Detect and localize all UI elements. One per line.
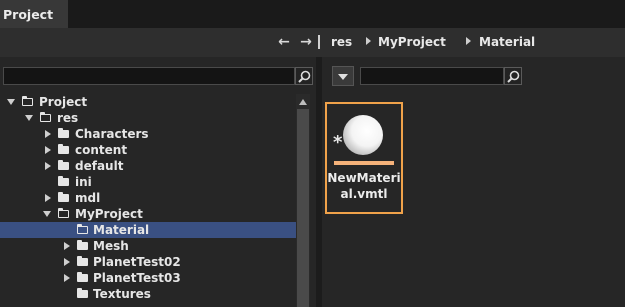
tree-item-label: res — [57, 111, 79, 125]
folder-icon — [77, 240, 88, 250]
material-preview-sphere — [343, 115, 383, 155]
folder-icon — [58, 160, 69, 170]
chevron-down-icon[interactable] — [43, 211, 51, 217]
tree-item-project[interactable]: Project — [0, 94, 296, 110]
tree-item-label: mdl — [75, 191, 101, 205]
tree-item-content[interactable]: content — [0, 142, 296, 158]
back-arrow-icon[interactable]: ← — [276, 34, 292, 50]
chevron-right-icon[interactable] — [45, 194, 51, 202]
tree-item-label: Characters — [75, 127, 149, 141]
asset-tile-newmaterial[interactable]: * NewMaterial.vmtl — [325, 102, 403, 214]
tree-item-label: default — [75, 159, 124, 173]
navigation-toolbar: ← → res MyProject Material — [0, 28, 625, 57]
folder-icon — [77, 256, 88, 266]
forward-arrow-icon[interactable]: → — [298, 34, 314, 50]
tab-bar: Project — [0, 0, 625, 28]
folder-icon — [58, 144, 69, 154]
folder-search-input[interactable] — [3, 67, 295, 85]
chevron-right-icon[interactable] — [45, 146, 51, 154]
tree-item-material[interactable]: Material — [0, 222, 296, 238]
material-type-bar — [334, 161, 394, 165]
asset-browser-panel: * NewMaterial.vmtl — [322, 57, 625, 307]
chevron-right-icon[interactable] — [64, 274, 70, 282]
tree-item-characters[interactable]: Characters — [0, 126, 296, 142]
tree-scrollbar[interactable] — [296, 94, 310, 307]
tree-item-planettest02[interactable]: PlanetTest02 — [0, 254, 296, 270]
toolbar-separator — [318, 35, 320, 49]
chevron-right-icon[interactable] — [45, 162, 51, 170]
tree-item-label: ini — [75, 175, 92, 189]
tree-item-textures[interactable]: Textures — [0, 286, 296, 302]
tree-item-default[interactable]: default — [0, 158, 296, 174]
chevron-down-icon[interactable] — [7, 99, 15, 105]
scroll-up-arrow-icon[interactable] — [299, 99, 307, 105]
folder-tree: Project res Characters content default i… — [0, 94, 296, 307]
chevron-right-icon[interactable] — [64, 242, 70, 250]
breadcrumb-chevron-right-icon[interactable] — [366, 37, 371, 45]
tab-project[interactable]: Project — [0, 0, 68, 28]
folder-open-icon — [40, 112, 51, 122]
filter-dropdown-button[interactable] — [332, 66, 354, 86]
folder-open-icon — [22, 96, 33, 106]
tree-item-label: MyProject — [75, 207, 143, 221]
tree-item-label: PlanetTest03 — [93, 271, 181, 285]
folder-open-icon — [77, 224, 88, 234]
tree-item-ini[interactable]: ini — [0, 174, 296, 190]
folder-icon — [58, 176, 69, 186]
folder-tree-panel: Project res Characters content default i… — [0, 57, 316, 307]
modified-marker: * — [333, 132, 343, 153]
tree-item-label: Material — [93, 223, 150, 237]
folder-icon — [77, 288, 88, 298]
chevron-right-icon[interactable] — [45, 130, 51, 138]
tree-item-mesh[interactable]: Mesh — [0, 238, 296, 254]
breadcrumb-myproject[interactable]: MyProject — [378, 35, 446, 49]
folder-icon — [77, 272, 88, 282]
tree-item-label: Textures — [93, 287, 151, 301]
chevron-down-icon — [338, 74, 348, 80]
chevron-right-icon[interactable] — [64, 258, 70, 266]
tree-item-myproject[interactable]: MyProject — [0, 206, 296, 222]
folder-icon — [58, 128, 69, 138]
search-icon[interactable] — [504, 67, 522, 85]
folder-icon — [58, 192, 69, 202]
search-icon[interactable] — [295, 67, 313, 85]
tree-item-label: Project — [39, 95, 88, 109]
tree-item-label: PlanetTest02 — [93, 255, 181, 269]
asset-search-input[interactable] — [360, 67, 504, 85]
breadcrumb-chevron-right-icon[interactable] — [466, 37, 471, 45]
scrollbar-thumb[interactable] — [297, 109, 309, 307]
breadcrumb-material[interactable]: Material — [479, 35, 535, 49]
tree-item-label: content — [75, 143, 128, 157]
tree-item-mdl[interactable]: mdl — [0, 190, 296, 206]
tree-item-res[interactable]: res — [0, 110, 296, 126]
breadcrumb-res[interactable]: res — [331, 35, 352, 49]
folder-open-icon — [58, 208, 69, 218]
chevron-down-icon[interactable] — [25, 115, 33, 121]
asset-filename: NewMaterial.vmtl — [327, 171, 401, 201]
tree-item-planettest03[interactable]: PlanetTest03 — [0, 270, 296, 286]
tree-item-label: Mesh — [93, 239, 129, 253]
